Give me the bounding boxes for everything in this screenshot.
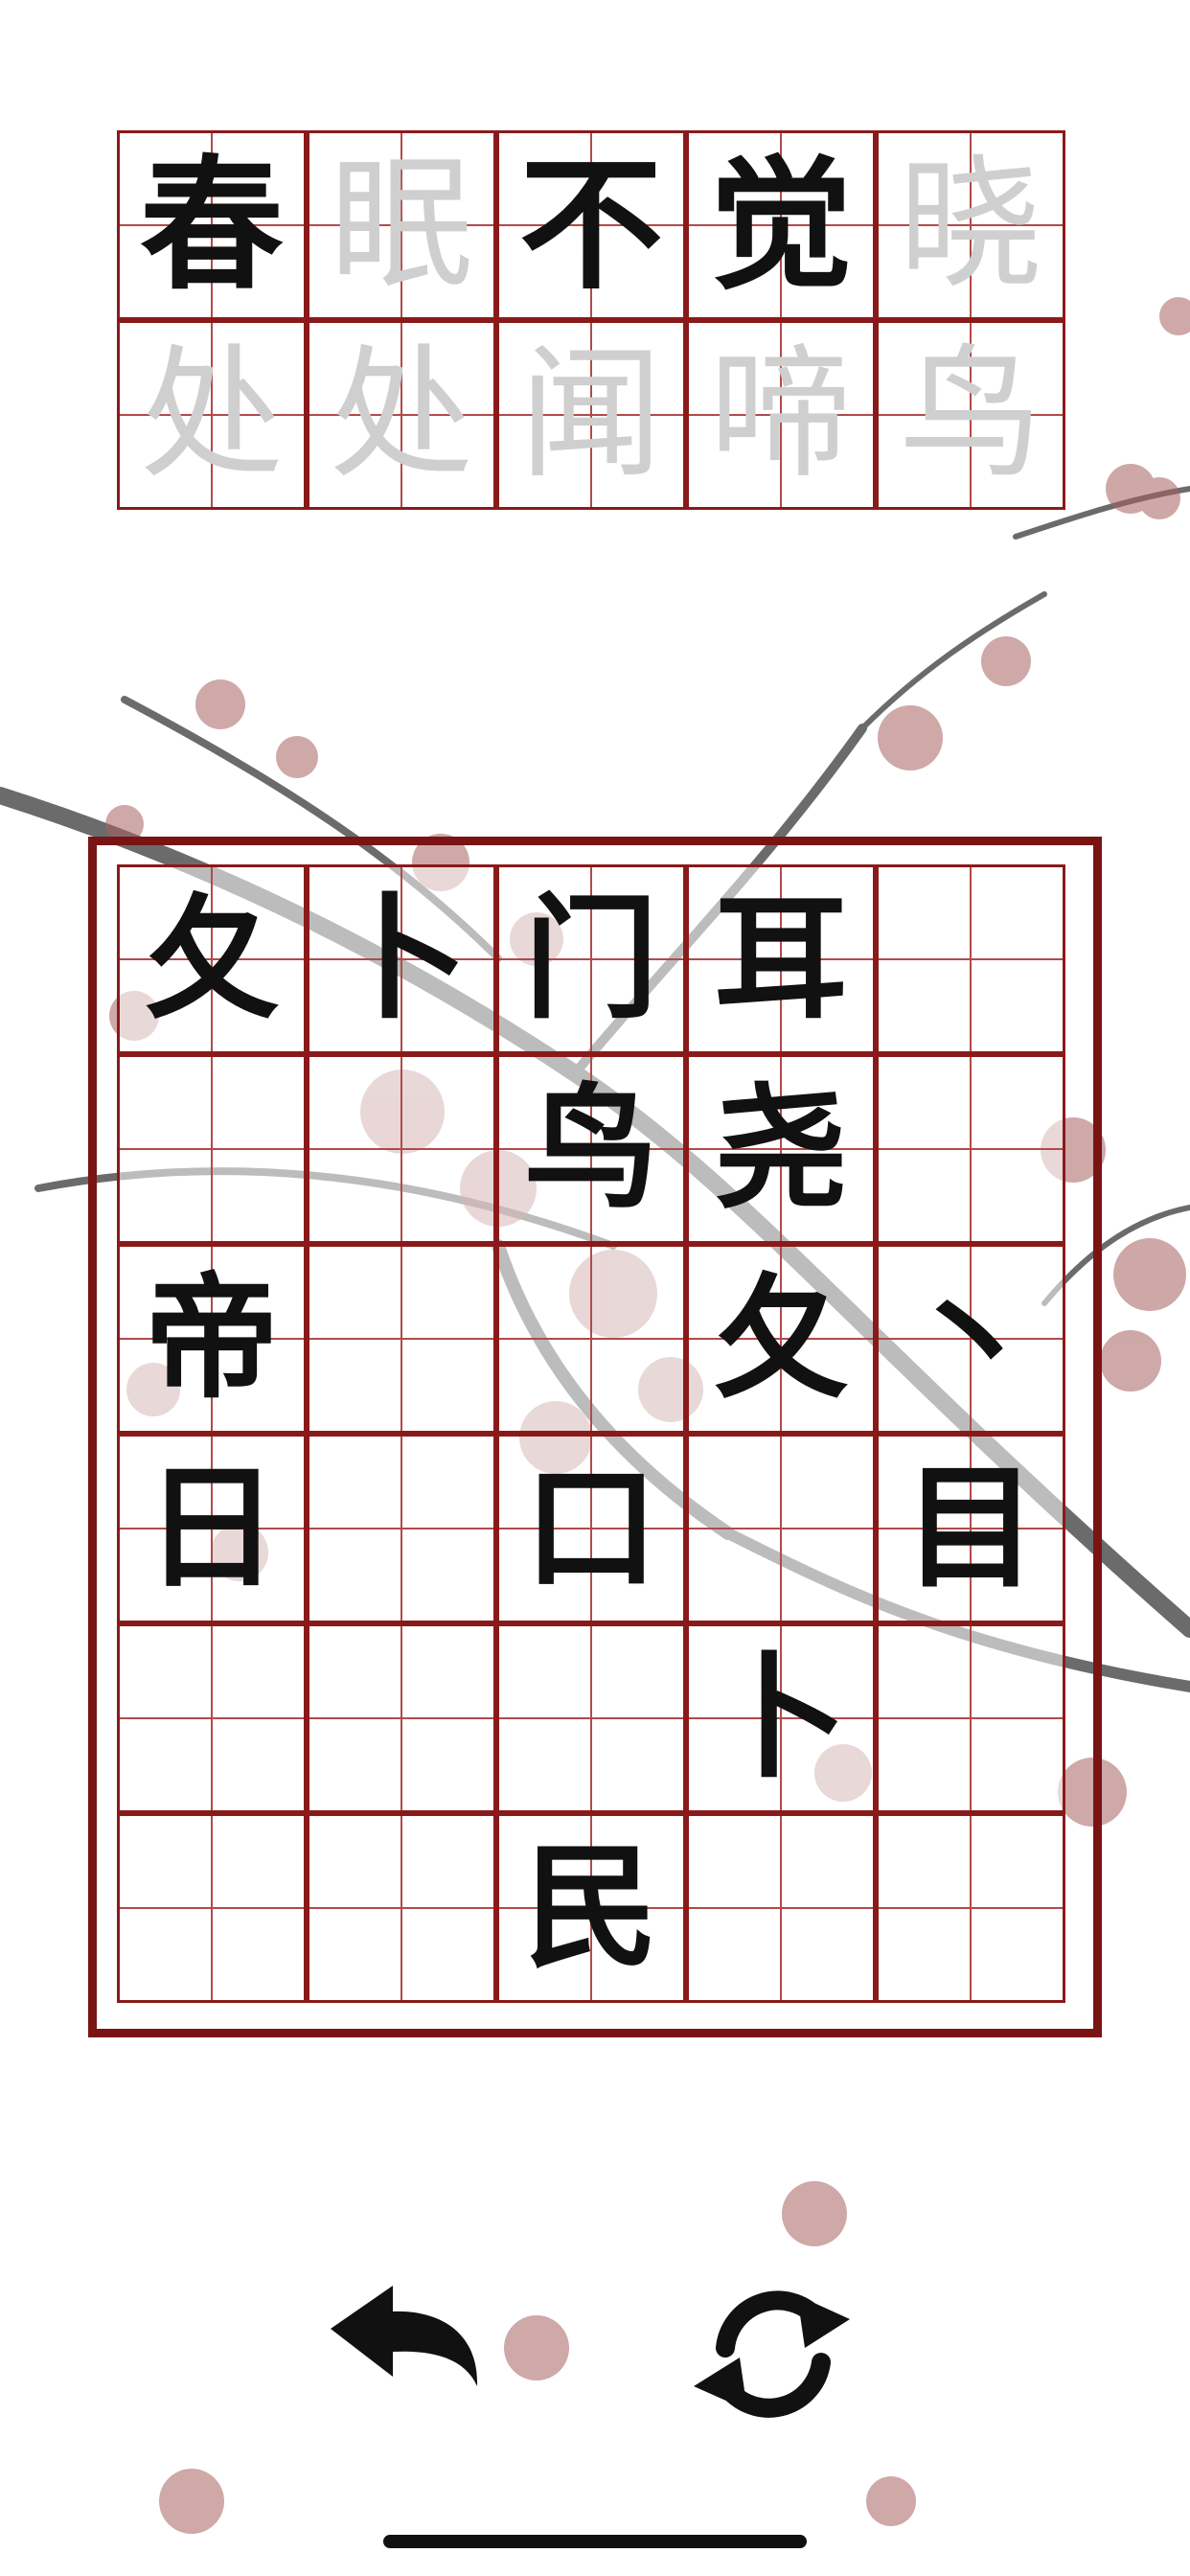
radical-piece[interactable]: 夂: [714, 1272, 848, 1406]
radical-piece[interactable]: 鸟: [524, 1082, 658, 1216]
radical-piece[interactable]: 目: [904, 1461, 1038, 1596]
board-cell-empty[interactable]: [496, 1623, 686, 1813]
poem-char-revealed: 春: [139, 141, 284, 310]
board-cell-piece[interactable]: 卜: [307, 864, 496, 1054]
poem-cell: 春: [117, 130, 307, 320]
radical-piece[interactable]: 耳: [714, 892, 848, 1026]
board-cell-piece[interactable]: 门: [496, 864, 686, 1054]
board-cell-empty[interactable]: [117, 1054, 307, 1244]
poem-target-grid: 春眠不觉晓处处闻啼鸟: [117, 130, 1065, 510]
radical-piece[interactable]: 卜: [714, 1651, 848, 1785]
board-cell-empty[interactable]: [117, 1623, 307, 1813]
refresh-button[interactable]: [682, 2281, 864, 2425]
poem-cell: 处: [117, 320, 307, 510]
poem-char-hidden: 鸟: [898, 332, 1042, 498]
poem-cell: 眠: [307, 130, 496, 320]
game-board: 夂卜门耳鸟尧帝夂丶日口目卜民: [117, 864, 1065, 2003]
radical-piece[interactable]: 门: [524, 892, 658, 1026]
board-cell-piece[interactable]: 目: [876, 1434, 1065, 1623]
board-cell-piece[interactable]: 尧: [686, 1054, 876, 1244]
poem-cell: 晓: [876, 130, 1065, 320]
poem-cell: 闻: [496, 320, 686, 510]
poem-cell: 觉: [686, 130, 876, 320]
radical-piece[interactable]: 民: [524, 1841, 658, 1975]
poem-char-revealed: 不: [518, 141, 663, 310]
board-cell-piece[interactable]: 夂: [686, 1244, 876, 1434]
board-cell-piece[interactable]: 民: [496, 1813, 686, 2003]
radical-piece[interactable]: 卜: [334, 892, 469, 1026]
board-cell-empty[interactable]: [686, 1813, 876, 2003]
board-cell-empty[interactable]: [496, 1244, 686, 1434]
board-cell-piece[interactable]: 鸟: [496, 1054, 686, 1244]
board-cell-empty[interactable]: [686, 1434, 876, 1623]
radical-piece[interactable]: 夂: [145, 892, 279, 1026]
board-cell-empty[interactable]: [876, 1813, 1065, 2003]
radical-piece[interactable]: 帝: [145, 1272, 279, 1406]
home-indicator: [383, 2535, 807, 2548]
radical-piece[interactable]: 丶: [904, 1272, 1038, 1406]
board-cell-empty[interactable]: [876, 1623, 1065, 1813]
poem-cell: 处: [307, 320, 496, 510]
poem-char-hidden: 眠: [329, 142, 473, 309]
poem-char-hidden: 处: [329, 332, 473, 498]
board-cell-piece[interactable]: 口: [496, 1434, 686, 1623]
undo-button[interactable]: [326, 2281, 489, 2415]
board-cell-piece[interactable]: 帝: [117, 1244, 307, 1434]
board-cell-empty[interactable]: [307, 1244, 496, 1434]
radical-piece[interactable]: 日: [145, 1461, 279, 1596]
board-cell-piece[interactable]: 耳: [686, 864, 876, 1054]
board-cell-piece[interactable]: 丶: [876, 1244, 1065, 1434]
poem-cell: 鸟: [876, 320, 1065, 510]
board-cell-empty[interactable]: [307, 1434, 496, 1623]
poem-cell: 不: [496, 130, 686, 320]
board-cell-piece[interactable]: 卜: [686, 1623, 876, 1813]
board-cell-empty[interactable]: [876, 864, 1065, 1054]
poem-char-hidden: 处: [139, 332, 284, 498]
poem-char-revealed: 觉: [708, 141, 853, 310]
poem-cell: 啼: [686, 320, 876, 510]
board-cell-empty[interactable]: [307, 1813, 496, 2003]
poem-char-hidden: 晓: [898, 142, 1042, 309]
board-cell-empty[interactable]: [876, 1054, 1065, 1244]
poem-char-hidden: 啼: [708, 332, 853, 498]
poem-char-hidden: 闻: [518, 332, 663, 498]
radical-piece[interactable]: 口: [524, 1461, 658, 1596]
board-cell-empty[interactable]: [117, 1813, 307, 2003]
radical-piece[interactable]: 尧: [714, 1082, 848, 1216]
board-cell-piece[interactable]: 日: [117, 1434, 307, 1623]
undo-arrow-icon: [331, 2286, 478, 2386]
board-cell-piece[interactable]: 夂: [117, 864, 307, 1054]
board-cell-empty[interactable]: [307, 1054, 496, 1244]
board-cell-empty[interactable]: [307, 1623, 496, 1813]
